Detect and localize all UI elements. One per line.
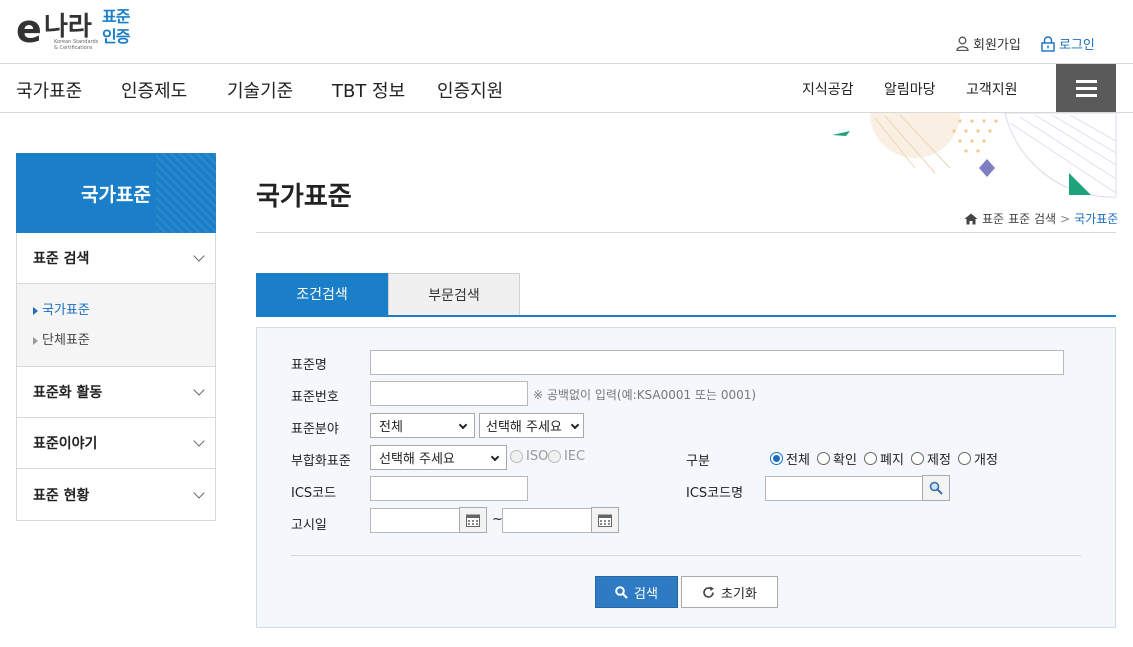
std-name-input[interactable] <box>370 350 1064 375</box>
sidebar-header: 국가표준 <box>16 153 216 233</box>
nav-item-knowledge[interactable]: 지식공감 <box>802 79 854 99</box>
nav-item-tech-standards[interactable]: 기술기준 <box>227 77 293 103</box>
chevron-down-icon <box>193 250 205 262</box>
magnifier-icon <box>929 481 943 495</box>
iso-checkbox[interactable]: ISO <box>510 449 548 464</box>
std-no-label: 표준번호 <box>291 390 339 405</box>
hamburger-menu-button[interactable] <box>1056 64 1116 112</box>
hamburger-icon <box>1075 79 1097 83</box>
nav-item-customer[interactable]: 고객지원 <box>966 79 1018 99</box>
form-divider <box>291 555 1081 556</box>
chevron-down-icon <box>570 420 580 430</box>
breadcrumb: 표준 표준 검색 > 국가표준 <box>964 210 1118 227</box>
bullet-arrow-icon <box>33 337 38 345</box>
notice-date-label: 고시일 <box>291 518 327 533</box>
harmonized-select[interactable]: 선택해 주세요 <box>370 445 507 470</box>
sidebar-item-stories[interactable]: 표준이야기 <box>17 418 215 469</box>
search-tabs: 조건검색 부문검색 <box>256 273 1116 317</box>
logo-nara: 나라 <box>44 12 92 42</box>
ics-name-label: ICS코드명 <box>686 486 744 501</box>
sidebar-subitem-group[interactable]: 단체표준 <box>33 326 215 356</box>
join-label: 회원가입 <box>973 38 1021 53</box>
sidebar-item-label: 표준이야기 <box>33 436 98 452</box>
reset-button[interactable]: 초기화 <box>681 576 778 608</box>
sidebar-subitem-national[interactable]: 국가표준 <box>33 296 215 326</box>
field-select-main[interactable]: 전체 <box>370 413 475 438</box>
std-name-label: 표준명 <box>291 358 327 373</box>
logo-injeung: 인증 <box>102 27 130 46</box>
header-decoration <box>832 113 1117 198</box>
refresh-icon <box>703 586 715 598</box>
sidebar-submenu: 국가표준 단체표준 <box>17 284 215 367</box>
sidebar-item-label: 표준 검색 <box>33 251 90 267</box>
ics-label: ICS코드 <box>291 486 337 501</box>
sidebar-item-label: 표준화 활동 <box>33 385 103 401</box>
field-select-sub[interactable]: 선택해 주세요 <box>479 413 584 438</box>
tab-category-search[interactable]: 부문검색 <box>388 273 520 315</box>
nav-item-notice[interactable]: 알림마당 <box>884 79 936 99</box>
ics-input[interactable] <box>370 476 528 501</box>
notice-date-to-input[interactable] <box>502 508 592 533</box>
chevron-down-icon <box>193 384 205 396</box>
std-no-hint: ※ 공백없이 입력(예:KSA0001 또는 0001) <box>533 388 757 402</box>
type-radio-all[interactable]: 전체 <box>770 449 810 468</box>
breadcrumb-item[interactable]: 표준 <box>982 210 1004 227</box>
type-radio-revised[interactable]: 개정 <box>958 449 998 468</box>
breadcrumb-current: 국가표준 <box>1074 212 1119 226</box>
nav-item-certification[interactable]: 인증제도 <box>121 77 187 103</box>
type-radio-abolished[interactable]: 폐지 <box>864 449 904 468</box>
user-icon <box>956 36 969 51</box>
sidebar-menu: 표준 검색 국가표준 단체표준 표준화 활동 표준이야기 표준 현황 <box>16 233 216 521</box>
breadcrumb-separator: > <box>1060 211 1071 226</box>
join-link[interactable]: 회원가입 <box>956 34 1021 53</box>
iec-checkbox[interactable]: IEC <box>548 449 585 464</box>
search-form: 표준명 표준번호 ※ 공백없이 입력(예:KSA0001 또는 0001) 표준… <box>256 327 1116 628</box>
logo-eng-text: Korean Standards & Certifications <box>54 39 99 51</box>
type-radio-confirm[interactable]: 확인 <box>817 449 857 468</box>
nav-item-national-standards[interactable]: 국가표준 <box>16 77 82 103</box>
calendar-to-button[interactable] <box>591 507 619 533</box>
sidebar-item-standard-search[interactable]: 표준 검색 <box>17 233 215 284</box>
sidebar-title: 국가표준 <box>81 183 151 206</box>
home-icon[interactable] <box>964 213 978 225</box>
sidebar-item-status[interactable]: 표준 현황 <box>17 469 215 520</box>
breadcrumb-item[interactable]: 표준 검색 <box>1008 210 1056 227</box>
title-divider <box>256 232 1116 233</box>
nav-item-tbt[interactable]: TBT 정보 <box>332 77 405 103</box>
search-button[interactable]: 검색 <box>595 576 678 608</box>
logo-e: e <box>16 7 42 51</box>
calendar-from-button[interactable] <box>459 507 487 533</box>
ics-name-input[interactable] <box>765 476 923 501</box>
field-label: 표준분야 <box>291 422 339 437</box>
sidebar-item-label: 표준 현황 <box>33 487 90 504</box>
harmonized-label: 부합화표준 <box>291 454 351 469</box>
chevron-down-icon <box>193 435 205 447</box>
chevron-down-icon <box>458 420 468 430</box>
nav-item-cert-support[interactable]: 인증지원 <box>437 77 503 103</box>
chevron-down-icon <box>193 486 205 499</box>
calendar-icon <box>466 514 480 527</box>
lock-icon <box>1041 35 1055 52</box>
top-bar: e 나라 표준 인증 Korean Standards & Certificati… <box>0 0 1133 64</box>
std-no-input[interactable] <box>370 381 528 406</box>
tab-condition-search[interactable]: 조건검색 <box>256 273 388 315</box>
type-radio-enacted[interactable]: 제정 <box>911 449 951 468</box>
logo-pyojun: 표준 <box>102 7 130 26</box>
ics-search-button[interactable] <box>922 475 950 501</box>
sidebar-item-activities[interactable]: 표준화 활동 <box>17 367 215 418</box>
login-link[interactable]: 로그인 <box>1041 34 1095 53</box>
notice-date-from-input[interactable] <box>370 508 460 533</box>
calendar-icon <box>598 514 612 527</box>
search-icon <box>615 585 628 599</box>
page-title: 국가표준 <box>256 182 352 212</box>
chevron-down-icon <box>490 452 500 462</box>
bullet-arrow-icon <box>33 307 38 315</box>
site-logo[interactable]: e 나라 표준 인증 Korean Standards & Certificati… <box>14 6 139 54</box>
main-nav: 국가표준 인증제도 기술기준 TBT 정보 인증지원 지식공감 알림마당 고객지… <box>0 64 1133 113</box>
type-label: 구분 <box>686 454 710 469</box>
login-label: 로그인 <box>1059 38 1095 53</box>
